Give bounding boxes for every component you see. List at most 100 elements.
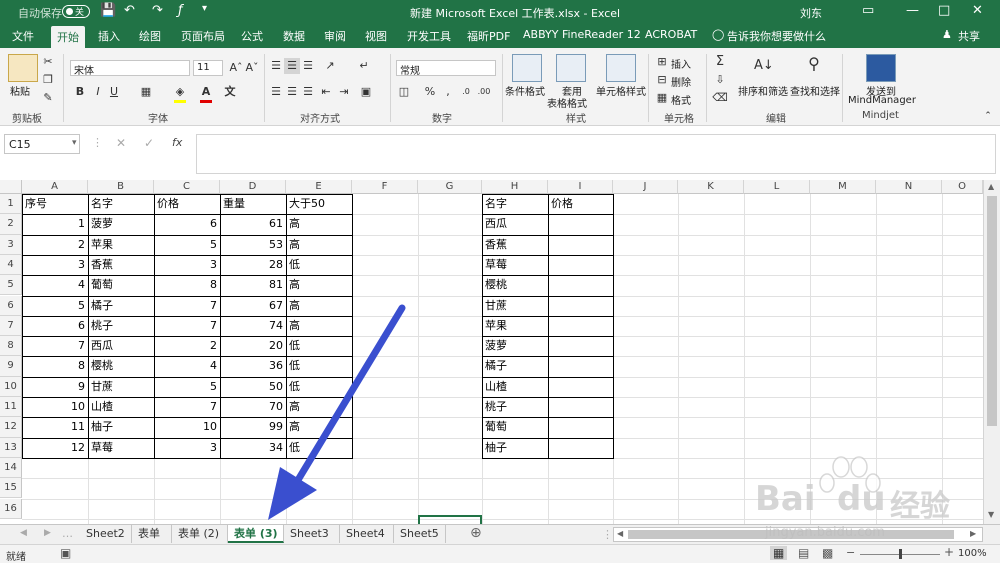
cell-b13[interactable]: 草莓 <box>88 438 154 458</box>
row-header-7[interactable]: 7 <box>0 315 22 337</box>
cell-b6[interactable]: 橘子 <box>88 296 154 316</box>
shrink-font-icon[interactable]: Aˇ <box>244 60 260 76</box>
cell-b1[interactable]: 名字 <box>88 194 154 214</box>
cell-h1[interactable]: 名字 <box>482 194 548 214</box>
cell-c5[interactable]: 8 <box>154 275 220 295</box>
row-header-3[interactable]: 3 <box>0 234 22 255</box>
border-icon[interactable]: ▦ <box>138 84 154 100</box>
cell-c6[interactable]: 7 <box>154 296 220 316</box>
column-header-j[interactable]: J <box>613 180 678 194</box>
row-header-8[interactable]: 8 <box>0 336 22 357</box>
table-format-icon[interactable] <box>556 54 586 82</box>
tab-data[interactable]: 数据 <box>283 28 305 44</box>
tell-me-search[interactable]: 告诉我你想要做什么 <box>727 28 826 44</box>
cell-h9[interactable]: 橘子 <box>482 356 548 376</box>
cell-d9[interactable]: 36 <box>220 356 286 376</box>
sort-filter-icon[interactable]: A↓ <box>754 58 774 74</box>
cell-d11[interactable]: 70 <box>220 397 286 417</box>
cell-a11[interactable]: 10 <box>22 397 88 417</box>
column-header-l[interactable]: L <box>744 180 810 194</box>
tab-file[interactable]: 文件 <box>12 28 34 44</box>
cell-h4[interactable]: 草莓 <box>482 255 548 275</box>
cell-h13[interactable]: 柚子 <box>482 438 548 458</box>
cell-b2[interactable]: 菠萝 <box>88 214 154 234</box>
cell-c4[interactable]: 3 <box>154 255 220 275</box>
table-format-label-2[interactable]: 表格格式 <box>547 95 587 110</box>
insert-cells-button[interactable]: 插入 <box>671 56 691 71</box>
cut-icon[interactable]: ✂ <box>40 54 56 70</box>
maximize-icon[interactable]: □ <box>938 3 950 18</box>
comma-style-icon[interactable]: , <box>440 84 456 100</box>
tab-insert[interactable]: 插入 <box>98 28 120 44</box>
user-name[interactable]: 刘东 <box>800 5 822 21</box>
zoom-in-icon[interactable]: + <box>944 545 954 559</box>
cell-a5[interactable]: 4 <box>22 275 88 295</box>
column-header-n[interactable]: N <box>876 180 942 194</box>
underline-button[interactable]: U <box>106 84 122 100</box>
row-header-10[interactable]: 10 <box>0 376 22 397</box>
align-top-icon[interactable]: ☰ <box>268 58 284 74</box>
cell-h8[interactable]: 菠萝 <box>482 336 548 356</box>
spreadsheet-grid[interactable]: ABCDEFGHIJKLMNO 1 2 3 4 5 6 7 8 9 10 11 12 13 14 15 16 … <box>0 180 983 524</box>
cell-b9[interactable]: 樱桃 <box>88 356 154 376</box>
scroll-down-icon[interactable]: ▼ <box>988 510 994 519</box>
align-right-icon[interactable]: ☰ <box>300 84 316 100</box>
save-icon[interactable]: 💾 <box>100 3 116 18</box>
tab-home[interactable]: 开始 <box>51 26 85 48</box>
next-sheet-icon[interactable]: ▶ <box>44 528 51 538</box>
cell-a1[interactable]: 序号 <box>22 194 88 214</box>
cell-h2[interactable]: 西瓜 <box>482 214 548 234</box>
column-header-m[interactable]: M <box>810 180 876 194</box>
cell-e3[interactable]: 高 <box>286 235 352 255</box>
fill-color-icon[interactable]: ◈ <box>172 84 188 100</box>
row-header-14[interactable]: 14 <box>0 457 22 479</box>
column-header-f[interactable]: F <box>352 180 418 194</box>
format-cells-button[interactable]: 格式 <box>671 92 691 107</box>
cell-e12[interactable]: 高 <box>286 417 352 437</box>
cell-a12[interactable]: 11 <box>22 417 88 437</box>
sheet-tab-7[interactable]: Sheet5 <box>394 525 446 543</box>
cell-b10[interactable]: 甘蔗 <box>88 377 154 397</box>
collapse-ribbon-icon[interactable]: ⌃ <box>980 108 996 124</box>
cell-b12[interactable]: 柚子 <box>88 417 154 437</box>
tab-formulas[interactable]: 公式 <box>241 28 263 44</box>
zoom-level[interactable]: 100% <box>958 548 987 559</box>
cell-d10[interactable]: 50 <box>220 377 286 397</box>
zoom-out-icon[interactable]: − <box>846 546 855 559</box>
find-select-icon[interactable]: ⚲ <box>806 56 822 72</box>
cell-d6[interactable]: 67 <box>220 296 286 316</box>
ribbon-display-icon[interactable]: ▭ <box>862 3 874 18</box>
row-header-16[interactable]: 16 <box>0 498 22 519</box>
row-header-9[interactable]: 9 <box>0 356 22 377</box>
column-header-i[interactable]: I <box>548 180 613 194</box>
column-header-h[interactable]: H <box>482 180 548 194</box>
sheet-tab-1[interactable]: Sheet2 <box>80 525 132 543</box>
align-bottom-icon[interactable]: ☰ <box>300 58 316 74</box>
add-sheet-icon[interactable]: ⊕ <box>470 525 482 541</box>
tab-view[interactable]: 视图 <box>365 28 387 44</box>
select-all-corner[interactable] <box>0 180 22 194</box>
cell-b4[interactable]: 香蕉 <box>88 255 154 275</box>
row-header-1[interactable]: 1 <box>0 194 22 215</box>
conditional-format-icon[interactable] <box>512 54 542 82</box>
cell-c11[interactable]: 7 <box>154 397 220 417</box>
insert-function-button[interactable]: fx <box>172 136 182 149</box>
cell-h3[interactable]: 香蕉 <box>482 235 548 255</box>
insert-cells-icon[interactable]: ⊞ <box>654 54 670 70</box>
cell-c2[interactable]: 6 <box>154 214 220 234</box>
align-middle-icon[interactable]: ☰ <box>284 58 300 74</box>
cell-c3[interactable]: 5 <box>154 235 220 255</box>
cell-a9[interactable]: 8 <box>22 356 88 376</box>
scroll-thumb[interactable] <box>987 196 997 426</box>
clear-icon[interactable]: ⌫ <box>712 90 728 106</box>
cell-e8[interactable]: 低 <box>286 336 352 356</box>
column-header-d[interactable]: D <box>220 180 286 194</box>
increase-decimal-icon[interactable]: .0 <box>458 84 474 100</box>
grow-font-icon[interactable]: Aˆ <box>228 60 244 76</box>
tab-foxit-pdf[interactable]: 福昕PDF <box>467 28 510 44</box>
sheet-tab-2[interactable]: 表单 <box>132 525 172 543</box>
row-header-5[interactable]: 5 <box>0 275 22 296</box>
column-header-a[interactable]: A <box>22 180 88 194</box>
normal-view-icon[interactable]: ▦ <box>770 546 788 560</box>
row-header-11[interactable]: 11 <box>0 397 22 418</box>
